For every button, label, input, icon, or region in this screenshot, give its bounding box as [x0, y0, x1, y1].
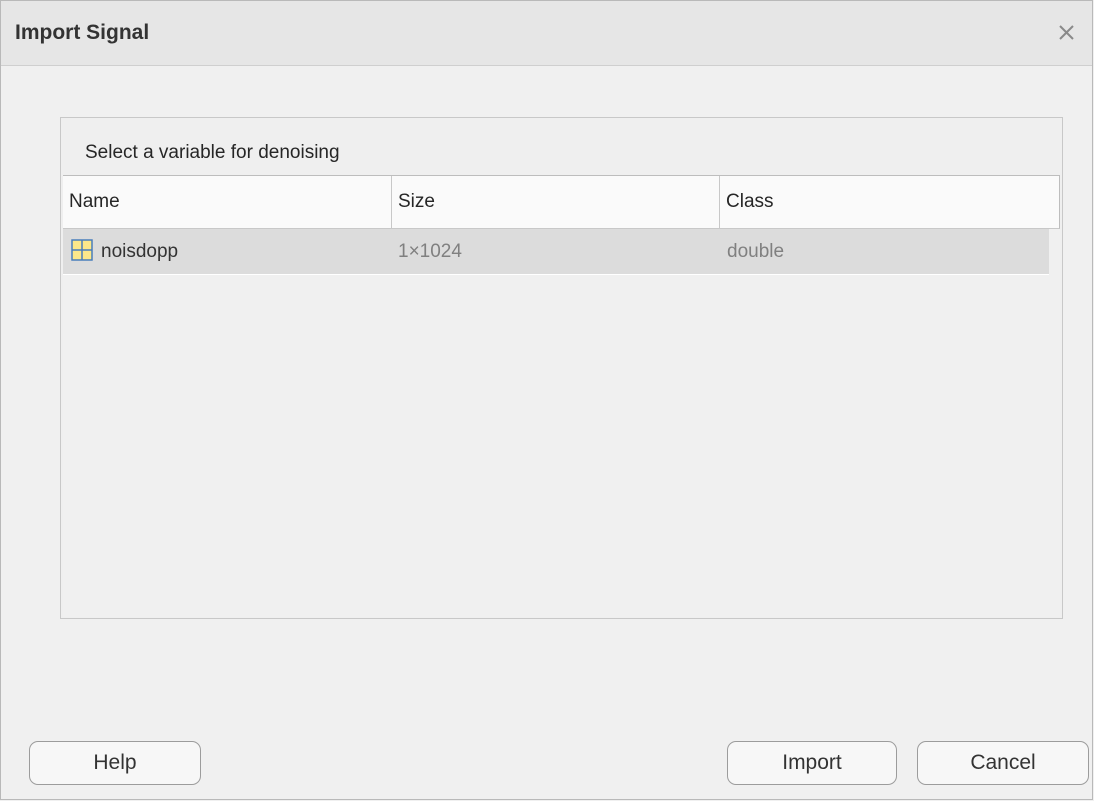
close-icon [1059, 25, 1074, 40]
import-button[interactable]: Import [727, 741, 897, 785]
import-signal-dialog: Import Signal Select a variable for deno… [0, 0, 1093, 800]
variable-panel: Select a variable for denoising Name Siz… [60, 117, 1063, 619]
column-header-size[interactable]: Size [392, 176, 720, 228]
cancel-button[interactable]: Cancel [917, 741, 1089, 785]
table-header: Name Size Class [63, 175, 1060, 229]
variable-table-body: noisdopp 1×1024 double [63, 229, 1060, 617]
row-class-cell: double [727, 241, 785, 262]
dialog-title: Import Signal [15, 21, 150, 44]
table-row[interactable]: noisdopp 1×1024 double [63, 229, 1049, 275]
matrix-variable-icon [71, 239, 93, 261]
help-button[interactable]: Help [29, 741, 201, 785]
panel-title: Select a variable for denoising [85, 142, 340, 163]
column-header-class[interactable]: Class [720, 176, 1058, 228]
row-size-cell: 1×1024 [398, 241, 462, 262]
column-header-name[interactable]: Name [63, 176, 392, 228]
title-bar[interactable]: Import Signal [1, 1, 1092, 66]
close-button[interactable] [1052, 17, 1082, 47]
row-name-cell: noisdopp [71, 229, 391, 274]
row-name-text: noisdopp [101, 241, 179, 262]
